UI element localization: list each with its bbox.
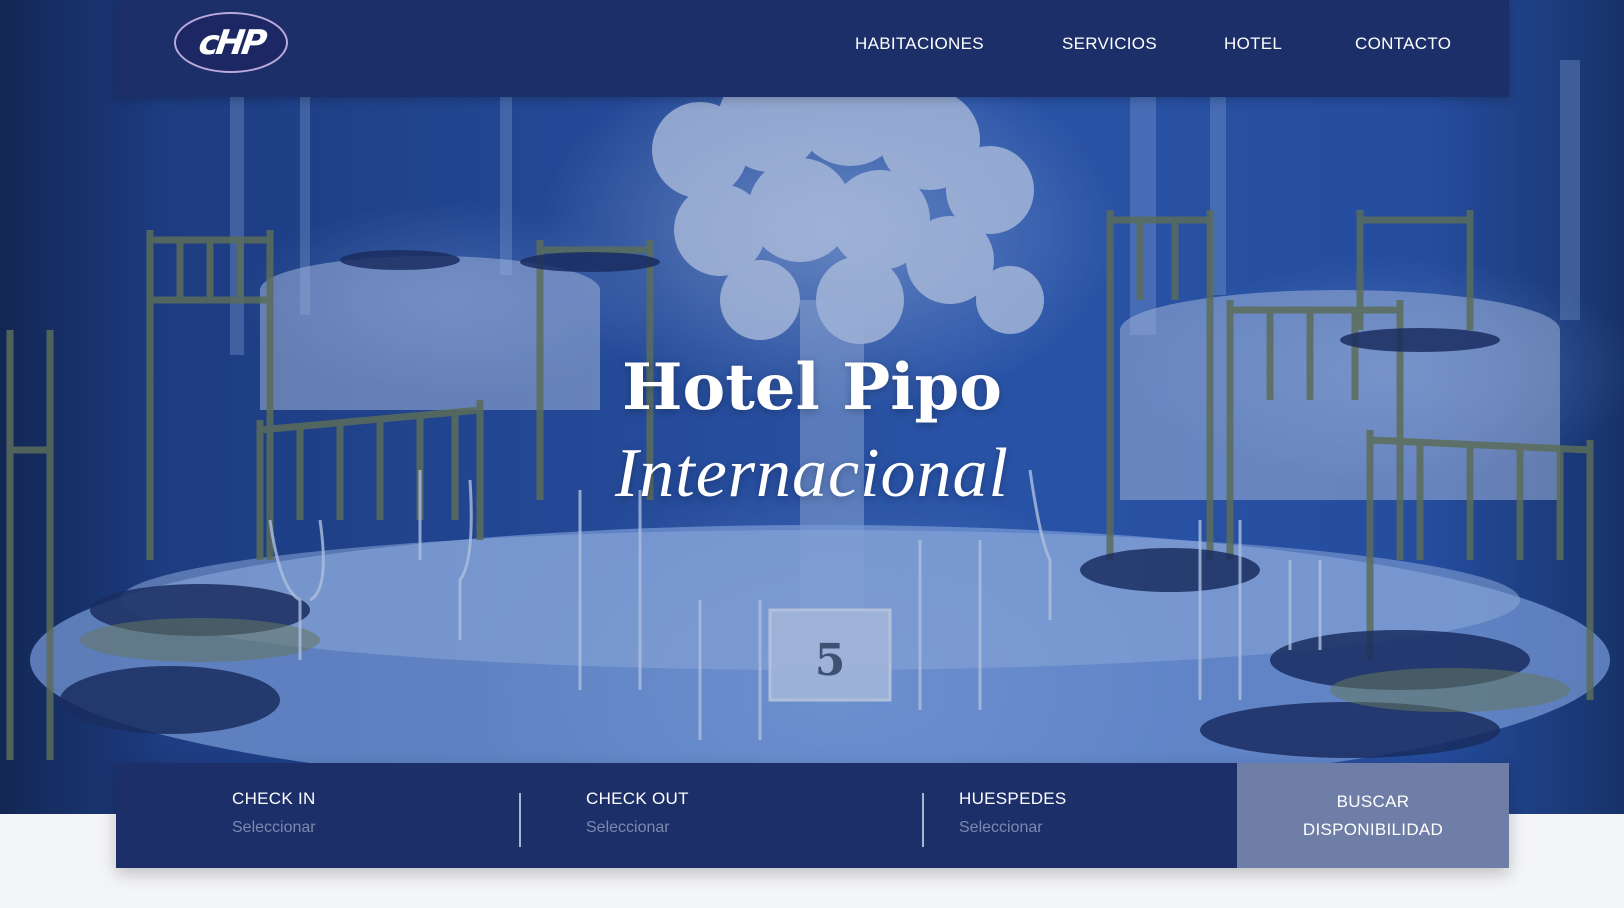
nav-item-contacto[interactable]: CONTACTO [1355,34,1451,54]
booking-divider [519,793,521,847]
nav-item-servicios[interactable]: SERVICIOS [1062,34,1157,54]
guests-field[interactable]: HUESPEDES Seleccionar [959,789,1067,837]
check-in-value: Seleccionar [232,819,316,836]
hero-subtitle: Internacional [614,435,1010,512]
check-in-label: CHECK IN [232,789,316,808]
check-out-value: Seleccionar [586,819,670,836]
booking-bar: CHECK IN Seleccionar CHECK OUT Seleccion… [116,763,1509,868]
check-in-field[interactable]: CHECK IN Seleccionar [232,789,316,837]
hotel-logo[interactable]: cHP [174,12,288,73]
check-out-field[interactable]: CHECK OUT Seleccionar [586,789,689,837]
guests-label: HUESPEDES [959,789,1067,808]
search-availability-button[interactable]: BUSCAR DISPONIBILIDAD [1237,763,1509,868]
nav-item-habitaciones[interactable]: HABITACIONES [855,34,984,54]
guests-value: Seleccionar [959,819,1043,836]
nav-item-hotel[interactable]: HOTEL [1224,34,1282,54]
search-availability-label: BUSCAR DISPONIBILIDAD [1302,791,1444,839]
booking-divider [922,793,924,847]
top-navbar: cHP HABITACIONES SERVICIOS HOTEL CONTACT… [116,0,1509,97]
logo-text: cHP [195,22,267,63]
hero-title: Hotel Pipo [622,350,1002,425]
check-out-label: CHECK OUT [586,789,689,808]
